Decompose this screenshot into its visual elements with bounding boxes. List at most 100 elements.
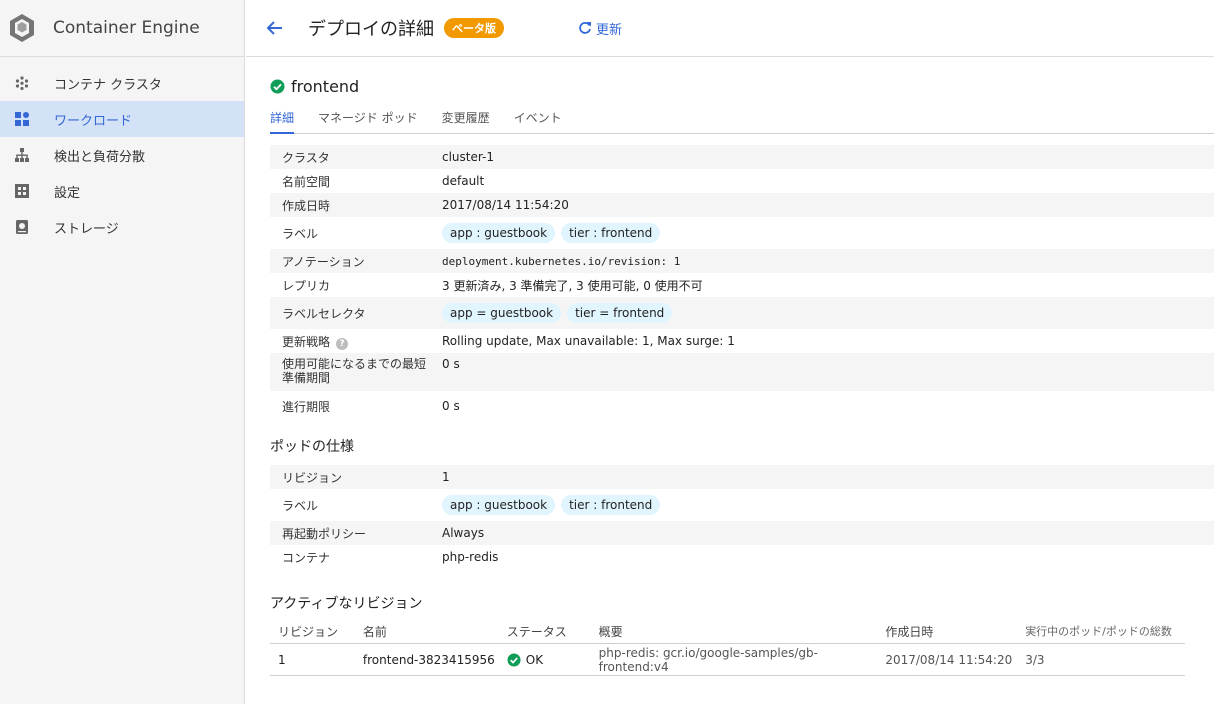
cell-status: OK: [507, 653, 599, 667]
detail-row-annotation: アノテーション deployment.kubernetes.io/revisio…: [270, 249, 1214, 273]
brand-bar: Container Engine: [0, 0, 244, 57]
storage-icon: [15, 220, 29, 234]
app-title: Container Engine: [53, 18, 200, 38]
container-engine-logo-icon: [10, 14, 34, 42]
detail-value: 0 s: [442, 399, 460, 413]
pod-row-labels: ラベル app : guestbook tier : frontend: [270, 489, 1214, 521]
label-chips: app : guestbook tier : frontend: [442, 223, 1214, 243]
page-header: デプロイの詳細 ベータ版 更新: [246, 0, 1214, 57]
table-row[interactable]: 1 frontend-3823415956 OK php-redis: gcr.…: [270, 644, 1185, 676]
detail-value: 2017/08/14 11:54:20: [442, 198, 569, 212]
detail-key: アノテーション: [282, 254, 365, 269]
network-icon: [15, 148, 29, 162]
details-table: クラスタ cluster-1 名前空間 default 作成日時 2017/08…: [270, 145, 1214, 421]
detail-key: 進行期限: [282, 399, 331, 414]
sidebar-item-workloads[interactable]: ワークロード: [0, 101, 244, 137]
detail-key: ラベルセレクタ: [282, 306, 366, 321]
detail-key: 再起動ポリシー: [282, 526, 367, 541]
sidebar-item-clusters[interactable]: コンテナ クラスタ: [0, 65, 244, 101]
sidebar-item-label: 設定: [54, 185, 81, 201]
detail-value: deployment.kubernetes.io/revision: 1: [442, 254, 681, 268]
detail-row-min-ready: 使用可能になるまでの最短 準備期間 0 s: [270, 353, 1214, 391]
label-chips: app : guestbook tier : frontend: [442, 495, 1214, 515]
tab-managed-pods[interactable]: マネージド ポッド: [318, 107, 418, 134]
refresh-button[interactable]: 更新: [578, 19, 622, 38]
workloads-icon: [15, 112, 29, 126]
column-header: 概要: [598, 624, 623, 639]
sidebar-item-storage[interactable]: ストレージ: [0, 209, 244, 245]
detail-value: 1: [442, 470, 450, 484]
column-header: 名前: [362, 624, 387, 639]
deployment-name-text: frontend: [291, 77, 360, 96]
refresh-icon: [579, 22, 591, 34]
selector-chip: tier = frontend: [567, 303, 673, 323]
help-icon[interactable]: ?: [336, 337, 349, 350]
refresh-label: 更新: [596, 22, 623, 38]
pod-spec-table: リビジョン 1 ラベル app : guestbook tier : fronte…: [270, 465, 1214, 569]
cell-summary: php-redis: gcr.io/google-samples/gb-fron…: [598, 645, 818, 674]
strategy-label: 更新戦略: [282, 334, 331, 349]
back-arrow-icon[interactable]: [264, 17, 286, 39]
label-chip: app : guestbook: [442, 495, 556, 515]
cell-name: frontend-3823415956: [362, 652, 495, 667]
detail-key: クラスタ: [282, 150, 330, 165]
selector-chips: app = guestbook tier = frontend: [442, 303, 1214, 323]
detail-key: 更新戦略?: [270, 333, 442, 350]
detail-value: 3 更新済み, 3 準備完了, 3 使用可能, 0 使用不可: [442, 278, 703, 293]
sidebar-item-label: ストレージ: [54, 221, 119, 237]
sidebar-item-config[interactable]: 設定: [0, 173, 244, 209]
detail-key: 作成日時: [282, 198, 331, 213]
tab-bar: 詳細 マネージド ポッド 変更履歴 イベント: [270, 107, 1214, 134]
detail-row-namespace: 名前空間 default: [270, 169, 1214, 193]
detail-value: 0 s: [442, 357, 460, 371]
selector-chip: app = guestbook: [442, 303, 562, 323]
detail-row-strategy: 更新戦略? Rolling update, Max unavailable: 1…: [270, 329, 1214, 353]
min-ready-label-line2: 準備期間: [282, 371, 331, 385]
cell-created: 2017/08/14 11:54:20: [885, 652, 1013, 667]
sidebar-nav: コンテナ クラスタ ワークロード 検出と負荷分散 設定 ストレージ: [0, 57, 244, 245]
detail-key: ラベル: [282, 226, 319, 241]
pod-row-restart: 再起動ポリシー Always: [270, 521, 1214, 545]
pod-row-container: コンテナ php-redis: [270, 545, 1214, 569]
container-link[interactable]: php-redis: [442, 550, 1214, 564]
detail-value: Always: [442, 526, 485, 540]
column-header: ステータス: [506, 624, 567, 639]
sidebar-item-label: 検出と負荷分散: [54, 149, 146, 165]
detail-value: Rolling update, Max unavailable: 1, Max …: [442, 334, 735, 348]
sidebar-item-label: コンテナ クラスタ: [54, 77, 162, 93]
label-chip: tier : frontend: [561, 495, 661, 515]
detail-key: 使用可能になるまでの最短 準備期間: [270, 357, 442, 385]
detail-key: ラベル: [282, 498, 319, 513]
tab-history[interactable]: 変更履歴: [442, 107, 490, 134]
cluster-link[interactable]: cluster-1: [442, 150, 1214, 164]
cell-revision: 1: [278, 652, 286, 667]
detail-row-selector: ラベルセレクタ app = guestbook tier = frontend: [270, 297, 1214, 329]
check-circle-icon: [507, 652, 521, 667]
column-header: 作成日時: [885, 624, 934, 639]
sidebar: Container Engine コンテナ クラスタ ワークロード 検出と負荷分…: [0, 0, 245, 704]
revisions-table: リビジョン 名前 ステータス 概要 作成日時 実行中のポッド/ポッドの総数 1 …: [270, 619, 1185, 676]
pod-spec-title: ポッドの仕様: [270, 439, 354, 455]
detail-row-deadline: 進行期限 0 s: [270, 391, 1214, 421]
detail-row-cluster: クラスタ cluster-1: [270, 145, 1214, 169]
column-header: リビジョン: [278, 624, 339, 639]
cluster-icon: [15, 76, 29, 90]
beta-badge: ベータ版: [444, 18, 504, 38]
config-icon: [15, 184, 29, 198]
page-title: デプロイの詳細: [308, 19, 434, 40]
table-header: リビジョン 名前 ステータス 概要 作成日時 実行中のポッド/ポッドの総数: [270, 619, 1185, 644]
tab-details[interactable]: 詳細: [270, 107, 295, 134]
label-chip: tier : frontend: [561, 223, 661, 243]
detail-key: コンテナ: [282, 550, 331, 565]
cell-pods: 3/3: [1025, 652, 1045, 667]
check-circle-icon: [270, 79, 285, 94]
column-header: 実行中のポッド/ポッドの総数: [1025, 625, 1172, 638]
active-revisions-title: アクティブなリビジョン: [270, 596, 423, 612]
tab-events[interactable]: イベント: [514, 107, 562, 134]
sidebar-item-discovery[interactable]: 検出と負荷分散: [0, 137, 244, 173]
sidebar-item-label: ワークロード: [54, 113, 133, 129]
label-chip: app : guestbook: [442, 223, 556, 243]
detail-key: リビジョン: [282, 470, 343, 485]
pod-row-revision: リビジョン 1: [270, 465, 1214, 489]
detail-row-replicas: レプリカ 3 更新済み, 3 準備完了, 3 使用可能, 0 使用不可: [270, 273, 1214, 297]
